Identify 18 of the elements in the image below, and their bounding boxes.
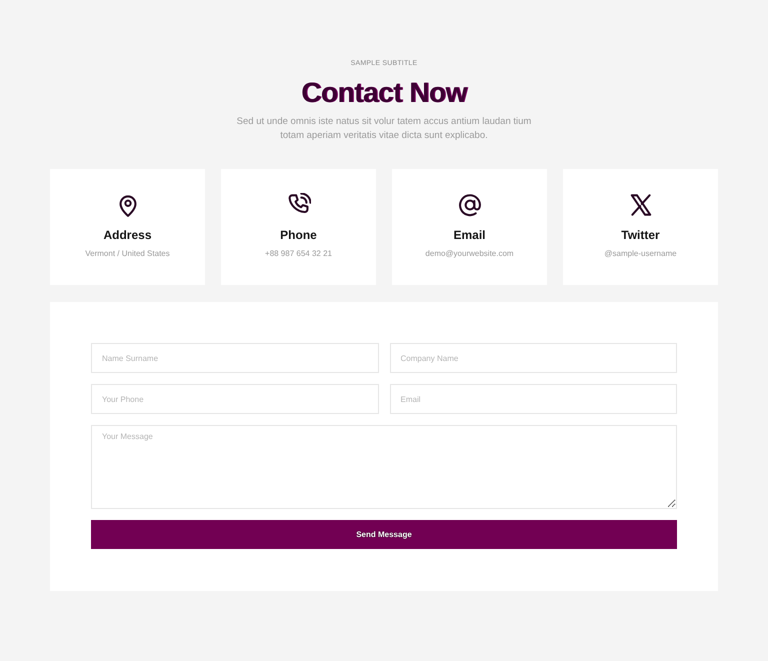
send-message-button[interactable]: Send Message — [91, 520, 677, 549]
input-field[interactable]: Name Surname — [91, 343, 378, 373]
card-title: Email — [453, 228, 486, 243]
message-field[interactable]: Your Message — [91, 425, 677, 509]
x-logo-icon — [628, 193, 652, 217]
input-field[interactable]: Company Name — [390, 343, 677, 373]
section-title: Contact Now — [301, 77, 467, 109]
card-title: Phone — [280, 228, 317, 243]
input-field[interactable]: Your Phone — [91, 384, 378, 414]
card-detail: @sample-username — [604, 248, 677, 259]
card-detail: demo@yourwebsite.com — [425, 248, 514, 259]
input-field[interactable]: Email — [390, 384, 677, 414]
card-title: Address — [103, 228, 152, 243]
at-sign-icon — [458, 193, 482, 217]
card-title: Twitter — [621, 228, 660, 243]
card-detail: Vermont / United States — [85, 248, 170, 259]
section-description: Sed ut unde omnis iste natus sit volur tatem accus antium laudan tium totam aperiam veritatis vitae dicta sunt explicabo. — [236, 115, 532, 143]
card-detail: +88 987 654 32 21 — [265, 248, 332, 259]
